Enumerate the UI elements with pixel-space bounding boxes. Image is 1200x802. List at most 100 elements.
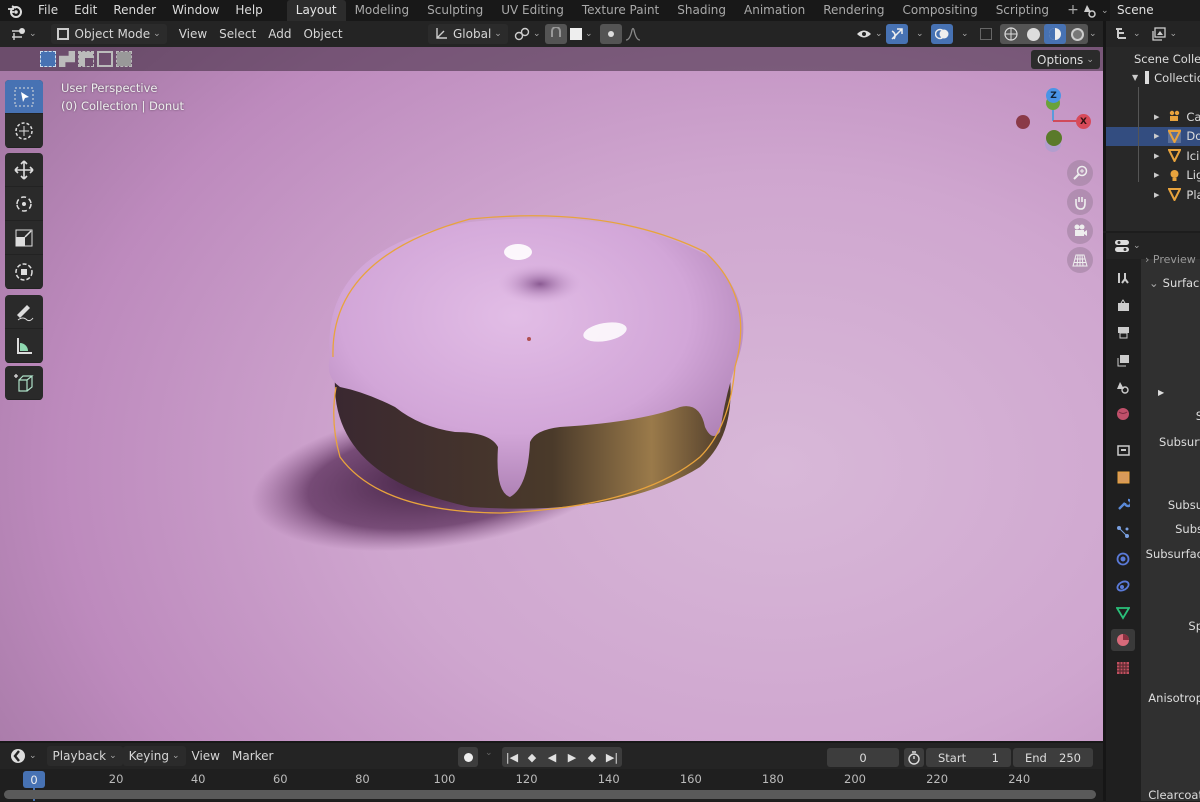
timeline-area[interactable]: 0 20 40 60 80 100 120 140 160 180 200 220 240 <box>0 769 1103 801</box>
properties-tab-particles[interactable] <box>1111 521 1135 543</box>
outliner-item-icing[interactable]: ▶ Icing <box>1106 146 1200 165</box>
tab-sculpting[interactable]: Sculpting <box>418 0 492 21</box>
overlays-toggle[interactable] <box>931 24 953 44</box>
filter-button[interactable]: ⌄ <box>1151 27 1177 41</box>
gizmo-toggle[interactable] <box>886 24 908 44</box>
properties-tab-view-layer[interactable] <box>1111 349 1135 371</box>
expand-arrow-icon[interactable]: ▼ <box>1132 73 1138 82</box>
overlays-dropdown[interactable]: ⌄ <box>961 29 969 39</box>
end-frame-field[interactable]: End 250 <box>1013 748 1093 767</box>
prev-keyframe-button[interactable]: ◆ <box>522 747 542 767</box>
blender-logo-icon[interactable] <box>0 4 30 18</box>
tool-select-box[interactable] <box>5 80 43 114</box>
properties-tab-texture[interactable] <box>1111 657 1135 679</box>
properties-tab-modifiers[interactable] <box>1111 493 1135 515</box>
menu-select[interactable]: Select <box>213 24 262 44</box>
tab-texture-paint[interactable]: Texture Paint <box>573 0 668 21</box>
properties-tab-physics[interactable] <box>1111 548 1135 570</box>
auto-keying-toggle[interactable] <box>458 747 478 767</box>
transform-orientation-selector[interactable]: Global ⌄ <box>428 24 508 44</box>
timeline-scrollbar[interactable] <box>4 790 1096 799</box>
expand-arrow-icon[interactable]: ▶ <box>1154 113 1159 121</box>
3d-viewport[interactable]: Options ⌄ User Perspective (0) Collectio… <box>0 47 1103 741</box>
expand-arrow-icon[interactable]: ▶ <box>1154 191 1159 199</box>
menu-marker[interactable]: Marker <box>226 746 279 766</box>
play-reverse-button[interactable]: ◀ <box>542 747 562 767</box>
play-button[interactable]: ▶ <box>562 747 582 767</box>
gizmo-z-axis[interactable]: Z <box>1046 88 1061 103</box>
xray-toggle[interactable] <box>975 24 997 44</box>
tab-layout[interactable]: Layout <box>286 0 346 21</box>
pivot-point-button[interactable]: ⌄ <box>508 24 547 44</box>
preview-range-toggle[interactable] <box>904 748 924 767</box>
expand-arrow-icon[interactable]: ▶ <box>1154 171 1159 179</box>
tab-compositing[interactable]: Compositing <box>893 0 986 21</box>
tool-add-cube[interactable] <box>5 366 43 400</box>
properties-tab-object[interactable] <box>1111 466 1135 488</box>
outliner-collection[interactable]: ▼ Collection <box>1106 68 1200 87</box>
mode-selector[interactable]: Object Mode ⌄ <box>50 24 167 44</box>
menu-view[interactable]: View <box>186 746 226 766</box>
properties-tab-data[interactable] <box>1111 602 1135 624</box>
properties-tab-material[interactable] <box>1111 629 1135 651</box>
playhead[interactable]: 0 <box>23 771 45 788</box>
outliner-scene-collection[interactable]: Scene Collection <box>1106 49 1200 68</box>
menu-object[interactable]: Object <box>297 24 348 44</box>
pan-button[interactable] <box>1067 189 1093 215</box>
keying-set-dropdown[interactable]: ⌄ <box>485 748 493 758</box>
menu-add[interactable]: Add <box>262 24 297 44</box>
gizmo-dropdown[interactable]: ⌄ <box>916 29 924 39</box>
scene-name-field[interactable]: Scene <box>1110 0 1200 21</box>
falloff-selector[interactable] <box>622 24 644 44</box>
tool-scale[interactable] <box>5 221 43 255</box>
current-frame-field[interactable]: 0 <box>827 748 899 767</box>
wireframe-shading-button[interactable] <box>1000 24 1022 44</box>
navigation-gizmo[interactable]: Z X <box>1010 85 1095 160</box>
outliner-item-plane[interactable]: ▶ Plane <box>1106 185 1200 204</box>
perspective-toggle-button[interactable] <box>1067 247 1093 273</box>
tab-modeling[interactable]: Modeling <box>346 0 419 21</box>
gizmo-x-axis[interactable]: X <box>1076 114 1091 129</box>
properties-tab-render[interactable] <box>1111 294 1135 316</box>
surface-panel-header[interactable]: ⌄Surface <box>1149 276 1200 290</box>
start-frame-field[interactable]: Start 1 <box>926 748 1011 767</box>
properties-tab-world[interactable] <box>1111 403 1135 425</box>
outliner-item-light[interactable]: ▶ Light <box>1106 166 1200 185</box>
preview-panel-header[interactable]: › Preview <box>1145 253 1200 266</box>
jump-start-button[interactable]: |◀ <box>502 747 522 767</box>
expand-arrow-icon[interactable]: ▶ <box>1158 388 1164 397</box>
properties-tab-constraints[interactable] <box>1111 575 1135 597</box>
outliner-item-camera[interactable]: ▶ Camera <box>1106 107 1200 126</box>
tool-rotate[interactable] <box>5 187 43 221</box>
editor-type-button[interactable]: ⌄ <box>4 24 43 44</box>
outliner-item-donut[interactable]: ▶ Donut <box>1106 126 1200 146</box>
menu-edit[interactable]: Edit <box>66 0 105 21</box>
tool-cursor[interactable] <box>5 114 43 148</box>
menu-file[interactable]: File <box>30 0 66 21</box>
editor-type-button[interactable]: ⌄ <box>1114 239 1141 253</box>
tab-shading[interactable]: Shading <box>668 0 735 21</box>
tab-rendering[interactable]: Rendering <box>814 0 893 21</box>
menu-view[interactable]: View <box>173 24 213 44</box>
menu-help[interactable]: Help <box>227 0 270 21</box>
playback-menu[interactable]: Playback ⌄ <box>46 746 123 766</box>
snap-target-selector[interactable]: ⌄ <box>564 24 599 44</box>
camera-view-button[interactable] <box>1067 218 1093 244</box>
rendered-shading-button[interactable] <box>1066 24 1088 44</box>
tab-scripting[interactable]: Scripting <box>987 0 1058 21</box>
material-preview-shading-button[interactable] <box>1044 24 1066 44</box>
donut-render[interactable] <box>0 47 1103 741</box>
tool-measure[interactable] <box>5 329 43 363</box>
properties-tab-scene[interactable] <box>1111 376 1135 398</box>
tab-animation[interactable]: Animation <box>735 0 814 21</box>
proportional-edit-toggle[interactable] <box>600 24 622 44</box>
editor-type-button[interactable]: ⌄ <box>4 746 43 766</box>
expand-arrow-icon[interactable]: ▶ <box>1154 132 1159 140</box>
shading-dropdown[interactable]: ⌄ <box>1089 29 1097 39</box>
tool-annotate[interactable] <box>5 295 43 329</box>
expand-arrow-icon[interactable]: ▶ <box>1154 152 1159 160</box>
visibility-selector[interactable]: ⌄ <box>850 24 889 44</box>
solid-shading-button[interactable] <box>1022 24 1044 44</box>
tab-uv-editing[interactable]: UV Editing <box>492 0 573 21</box>
scene-selector[interactable]: ⌄ <box>1082 0 1109 21</box>
